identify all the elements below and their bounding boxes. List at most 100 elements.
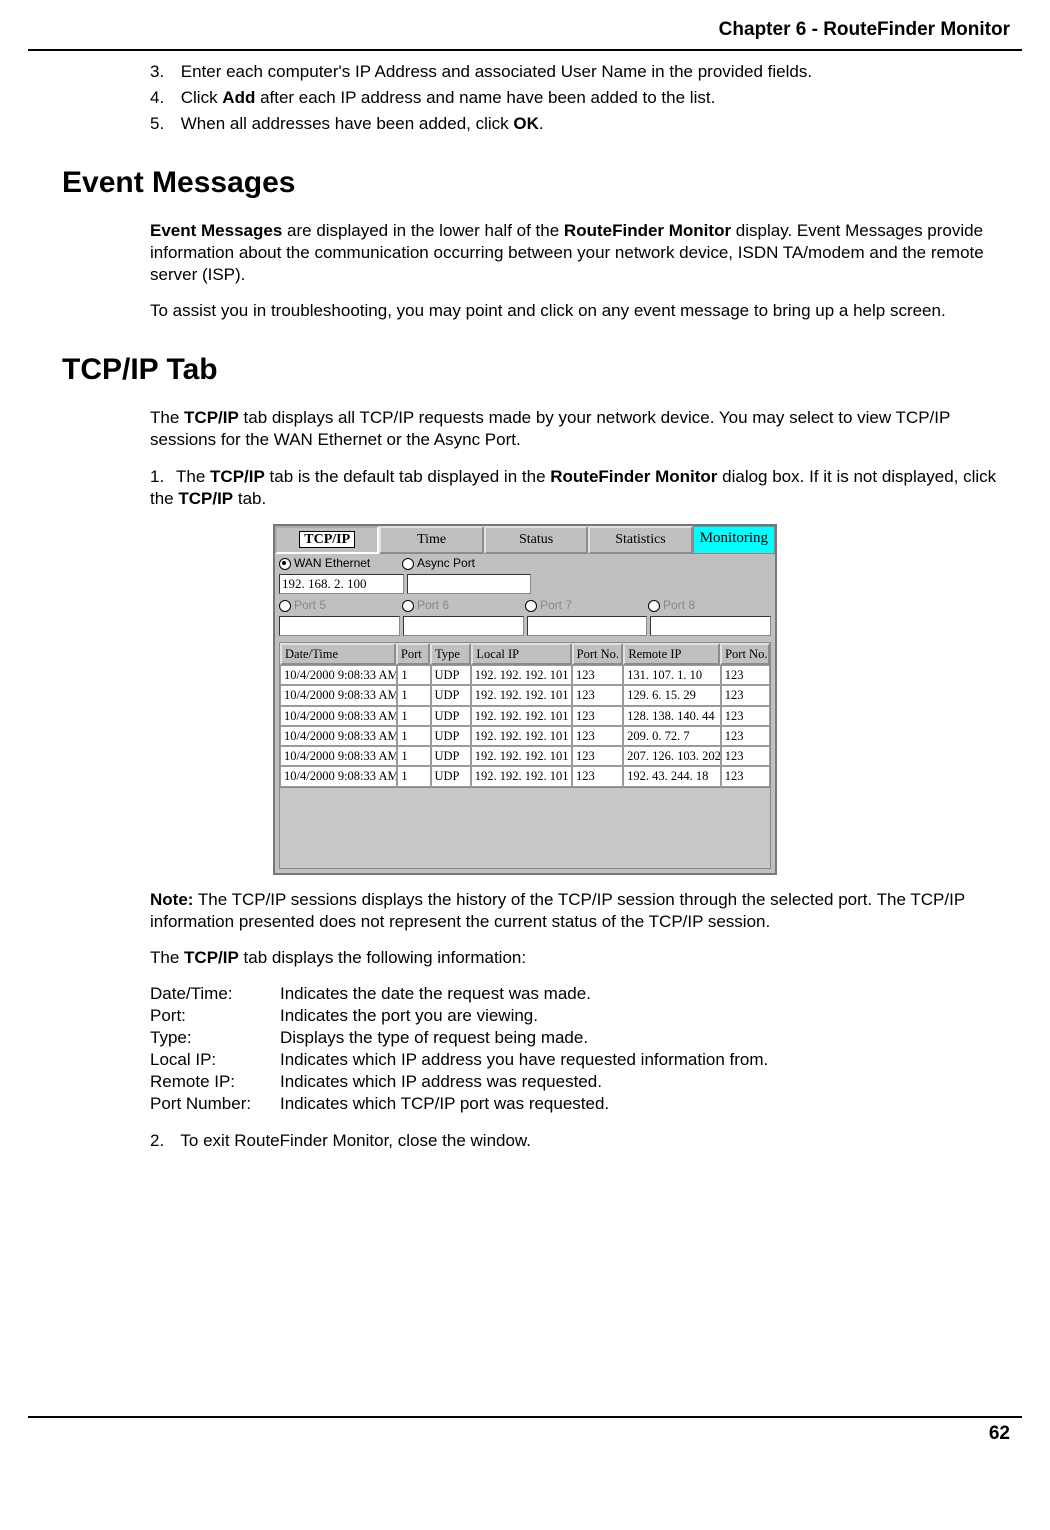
tcpip-table: Date/Time Port Type Local IP Port No. Re… (279, 642, 771, 869)
table-cell: UDP (431, 746, 471, 766)
async-ip-field[interactable] (407, 574, 532, 595)
table-cell: 123 (572, 766, 623, 786)
radio-port5: Port 5 (279, 598, 402, 614)
table-cell: 10/4/2000 9:08:33 AM (280, 665, 397, 685)
paragraph: The TCP/IP tab displays the following in… (150, 947, 1010, 969)
port7-ip-field (527, 616, 648, 636)
section-heading: Event Messages (62, 163, 1010, 202)
table-cell: 123 (721, 746, 770, 766)
radio-icon (648, 600, 660, 612)
table-row[interactable]: 10/4/2000 9:08:33 AM1UDP192. 192. 192. 1… (280, 726, 770, 746)
table-row[interactable]: 10/4/2000 9:08:33 AM1UDP192. 192. 192. 1… (280, 766, 770, 786)
col-local-ip[interactable]: Local IP (471, 643, 571, 665)
table-cell: 10/4/2000 9:08:33 AM (280, 766, 397, 786)
table-cell: 192. 192. 192. 101 (471, 706, 572, 726)
paragraph: Event Messages are displayed in the lowe… (150, 220, 1010, 286)
step-number: 2. (150, 1130, 176, 1152)
field-row: Local IP:Indicates which IP address you … (150, 1049, 1010, 1071)
table-row[interactable]: 10/4/2000 9:08:33 AM1UDP192. 192. 192. 1… (280, 685, 770, 705)
table-cell: 123 (721, 685, 770, 705)
section-heading: TCP/IP Tab (62, 350, 1010, 389)
field-row: Port:Indicates the port you are viewing. (150, 1005, 1010, 1027)
radio-icon (525, 600, 537, 612)
radio-async-port[interactable]: Async Port (402, 556, 525, 572)
field-description: Indicates the date the request was made. (280, 983, 1010, 1005)
radio-label: WAN Ethernet (294, 556, 370, 572)
step-number: 4. (150, 87, 176, 109)
field-row: Type:Displays the type of request being … (150, 1027, 1010, 1049)
step-text: Enter each computer's IP Address and ass… (181, 62, 812, 81)
radio-label: Port 7 (540, 598, 572, 614)
table-cell: UDP (431, 706, 471, 726)
col-type[interactable]: Type (430, 643, 471, 665)
radio-icon (402, 558, 414, 570)
list-item: 5. When all addresses have been added, c… (150, 113, 1010, 135)
port6-ip-field (403, 616, 524, 636)
monitoring-label: Monitoring (693, 526, 775, 554)
radio-port6: Port 6 (402, 598, 525, 614)
table-empty-area (280, 787, 770, 868)
routefinder-monitor-window: TCP/IP Time Status Statistics Monitoring… (273, 524, 777, 875)
table-cell: 123 (721, 726, 770, 746)
radio-icon (279, 558, 291, 570)
table-cell: 123 (572, 746, 623, 766)
field-row: Remote IP:Indicates which IP address was… (150, 1071, 1010, 1093)
tab-time[interactable]: Time (379, 526, 483, 554)
table-row[interactable]: 10/4/2000 9:08:33 AM1UDP192. 192. 192. 1… (280, 665, 770, 685)
table-cell: UDP (431, 766, 471, 786)
header-rule (28, 49, 1022, 51)
table-cell: 10/4/2000 9:08:33 AM (280, 706, 397, 726)
table-cell: 123 (721, 766, 770, 786)
step-number: 5. (150, 113, 176, 135)
table-cell: 1 (397, 706, 430, 726)
col-datetime[interactable]: Date/Time (280, 643, 396, 665)
table-cell: 192. 192. 192. 101 (471, 766, 572, 786)
tab-statistics[interactable]: Statistics (588, 526, 692, 554)
table-cell: 123 (572, 706, 623, 726)
page-header: Chapter 6 - RouteFinder Monitor (0, 0, 1050, 49)
table-cell: 1 (397, 685, 430, 705)
radio-wan-ethernet[interactable]: WAN Ethernet (279, 556, 402, 572)
col-port[interactable]: Port (396, 643, 430, 665)
field-label: Port Number: (150, 1093, 280, 1115)
table-cell: 1 (397, 665, 430, 685)
page-number: 62 (0, 1418, 1050, 1467)
table-cell: 131. 107. 1. 10 (623, 665, 721, 685)
table-cell: 129. 6. 15. 29 (623, 685, 721, 705)
table-cell: 192. 192. 192. 101 (471, 746, 572, 766)
tab-tcpip[interactable]: TCP/IP (275, 526, 379, 554)
port5-ip-field (279, 616, 400, 636)
tab-status[interactable]: Status (484, 526, 588, 554)
table-cell: 192. 43. 244. 18 (623, 766, 721, 786)
field-description: Indicates the port you are viewing. (280, 1005, 1010, 1027)
paragraph: To assist you in troubleshooting, you ma… (150, 300, 1010, 322)
field-label: Port: (150, 1005, 280, 1027)
table-cell: UDP (431, 726, 471, 746)
table-cell: 10/4/2000 9:08:33 AM (280, 685, 397, 705)
field-description: Indicates which IP address was requested… (280, 1071, 1010, 1093)
field-label: Date/Time: (150, 983, 280, 1005)
table-row[interactable]: 10/4/2000 9:08:33 AM1UDP192. 192. 192. 1… (280, 706, 770, 726)
table-cell: 192. 192. 192. 101 (471, 685, 572, 705)
list-item: 2. To exit RouteFinder Monitor, close th… (150, 1130, 1010, 1152)
step-text: To exit RouteFinder Monitor, close the w… (180, 1131, 531, 1150)
radio-icon (402, 600, 414, 612)
col-port-no-2[interactable]: Port No. (720, 643, 770, 665)
radio-icon (279, 600, 291, 612)
wan-ip-field[interactable]: 192. 168. 2. 100 (279, 574, 404, 595)
note-paragraph: Note: The TCP/IP sessions displays the h… (150, 889, 1010, 933)
col-port-no[interactable]: Port No. (572, 643, 624, 665)
table-cell: 209. 0. 72. 7 (623, 726, 721, 746)
field-label: Local IP: (150, 1049, 280, 1071)
field-row: Port Number:Indicates which TCP/IP port … (150, 1093, 1010, 1115)
table-cell: 207. 126. 103. 202 (623, 746, 721, 766)
port8-ip-field (650, 616, 771, 636)
table-row[interactable]: 10/4/2000 9:08:33 AM1UDP192. 192. 192. 1… (280, 746, 770, 766)
col-remote-ip[interactable]: Remote IP (623, 643, 720, 665)
list-item: 4. Click Add after each IP address and n… (150, 87, 1010, 109)
field-label: Remote IP: (150, 1071, 280, 1093)
step-text: When all addresses have been added, clic… (181, 114, 544, 133)
step-number: 3. (150, 61, 176, 83)
radio-label: Port 5 (294, 598, 326, 614)
paragraph: The TCP/IP tab displays all TCP/IP reque… (150, 407, 1010, 451)
